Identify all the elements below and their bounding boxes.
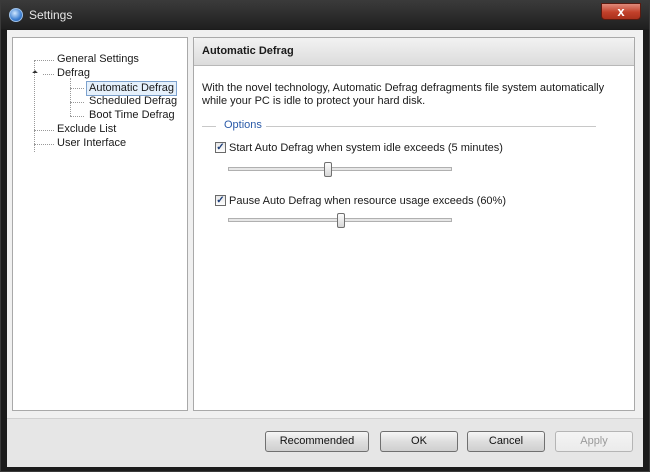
idle-slider-track[interactable]: [228, 167, 452, 171]
ok-button[interactable]: OK: [380, 431, 458, 452]
options-divider: [202, 126, 216, 127]
tree-connector: [34, 60, 54, 61]
idle-slider-thumb[interactable]: [324, 162, 332, 177]
tree-connector: [34, 144, 54, 145]
tree-item-general-settings[interactable]: General Settings: [57, 53, 139, 66]
tree-item-user-interface[interactable]: User Interface: [57, 137, 126, 150]
title-bar[interactable]: Settings x: [1, 1, 649, 29]
settings-panel: Automatic Defrag With the novel technolo…: [193, 37, 635, 411]
window-title: Settings: [29, 8, 73, 22]
tree-connector: [70, 102, 84, 103]
tree-item-defrag[interactable]: Defrag: [57, 67, 90, 80]
tree-connector: [34, 130, 54, 131]
tree-item-automatic-defrag[interactable]: Automatic Defrag: [86, 81, 177, 96]
panel-title: Automatic Defrag: [202, 45, 294, 57]
resource-option-row[interactable]: ✓ Pause Auto Defrag when resource usage e…: [215, 194, 506, 209]
tree-item-boot-time-defrag[interactable]: Boot Time Defrag: [89, 109, 175, 122]
idle-option-label: Start Auto Defrag when system idle excee…: [229, 142, 503, 154]
tree-connector: [70, 88, 84, 89]
idle-checkbox[interactable]: ✓: [215, 141, 226, 153]
resource-checkbox[interactable]: ✓: [215, 194, 226, 206]
tree-connector: [43, 74, 54, 75]
panel-description: With the novel technology, Automatic Def…: [202, 82, 605, 107]
resource-slider-thumb[interactable]: [337, 213, 345, 228]
apply-button[interactable]: Apply: [555, 431, 633, 452]
cancel-button[interactable]: Cancel: [467, 431, 545, 452]
tree-item-scheduled-defrag[interactable]: Scheduled Defrag: [89, 95, 177, 108]
client-area: General Settings Defrag Automatic Defrag…: [7, 30, 643, 467]
tree-connector: [70, 78, 71, 116]
options-divider: [266, 126, 596, 127]
close-button[interactable]: x: [601, 3, 641, 20]
recommended-button[interactable]: Recommended: [265, 431, 369, 452]
tree-item-exclude-list[interactable]: Exclude List: [57, 123, 116, 136]
panel-header: Automatic Defrag: [194, 38, 634, 66]
app-icon: [9, 8, 23, 22]
button-bar: Recommended OK Cancel Apply: [7, 418, 643, 467]
settings-window: Settings x General Settings Defrag Autom…: [0, 0, 650, 472]
idle-option-row[interactable]: ✓ Start Auto Defrag when system idle exce…: [215, 141, 503, 156]
resource-option-label: Pause Auto Defrag when resource usage ex…: [229, 195, 506, 207]
settings-tree[interactable]: General Settings Defrag Automatic Defrag…: [12, 37, 188, 411]
tree-connector: [70, 116, 84, 117]
options-group-label: Options: [224, 119, 262, 131]
